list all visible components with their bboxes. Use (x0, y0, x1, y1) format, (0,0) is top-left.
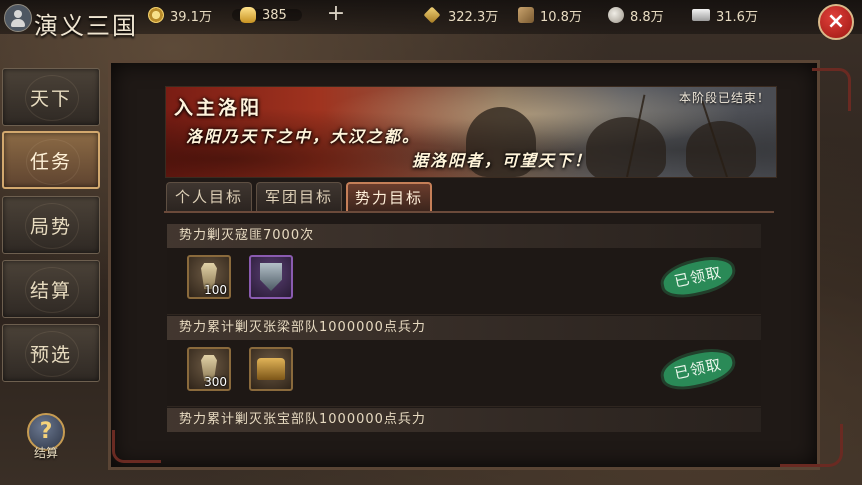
banner-text: 据洛阳者，可望天下！ (412, 151, 593, 170)
claimed-stamp: 已领取 (660, 347, 736, 391)
corner-ornament (780, 424, 843, 467)
settlement-help-button[interactable]: ? 结算 (23, 413, 69, 460)
ingots-value: 385 (262, 7, 287, 23)
treasure-chest-icon (257, 358, 285, 380)
claimed-stamp: 已领取 (660, 255, 736, 299)
iron-value: 31.6万 (716, 9, 758, 25)
tab-legion-goals[interactable]: 军团目标 (256, 182, 342, 212)
reward-item[interactable] (249, 347, 293, 391)
coins-resource: 39.1万 (148, 6, 212, 25)
wood-icon (518, 7, 534, 23)
grain-resource: 322.3万 (423, 6, 499, 25)
add-ingots-button[interactable]: + (326, 2, 346, 26)
shield-icon (260, 263, 282, 291)
grain-value: 322.3万 (448, 9, 499, 25)
sidebar-item-settlement[interactable]: 结算 (2, 260, 100, 318)
reward-amount: 100 (204, 283, 227, 297)
ingot-icon (240, 7, 256, 23)
stone-resource: 8.8万 (608, 6, 664, 25)
tab-personal-goals[interactable]: 个人目标 (166, 182, 252, 212)
reward-item[interactable]: 100 (187, 255, 231, 299)
seal-decoration (25, 203, 79, 249)
corner-ornament (812, 68, 851, 111)
stone-value: 8.8万 (630, 9, 664, 25)
seal-decoration (25, 331, 79, 377)
warrior-illustration (586, 117, 666, 177)
reward-item[interactable]: 300 (187, 347, 231, 391)
grain-icon (423, 6, 441, 24)
sidebar-item-tasks[interactable]: 任务 (2, 131, 100, 189)
avatar[interactable] (4, 4, 32, 32)
tab-divider (164, 211, 774, 213)
page-title: 演义三国 (34, 12, 138, 40)
wood-resource: 10.8万 (518, 6, 582, 25)
ingots-resource: 385 (240, 6, 287, 24)
stone-icon (608, 7, 624, 23)
coins-value: 39.1万 (170, 9, 212, 25)
task-title: 势力累计剿灭张宝部队1000000点兵力 (167, 408, 761, 432)
sidebar-item-preselect[interactable]: 预选 (2, 324, 100, 382)
event-banner: 入主洛阳 洛阳乃天下之中，大汉之都。 据洛阳者，可望天下！ 本阶段已结束！ (165, 86, 777, 178)
help-label: 结算 (33, 446, 58, 460)
coin-icon (148, 7, 164, 23)
seal-decoration (26, 139, 80, 185)
tab-faction-goals[interactable]: 势力目标 (346, 182, 432, 212)
close-button[interactable]: × (818, 4, 854, 40)
iron-icon (692, 9, 710, 21)
warrior-illustration (686, 121, 756, 177)
task-row: 300 已领取 (167, 340, 761, 407)
banner-text: 洛阳乃天下之中，大汉之都。 (186, 127, 421, 146)
task-row: 100 已领取 (167, 248, 761, 315)
reward-item[interactable] (249, 255, 293, 299)
seal-decoration (25, 75, 79, 121)
iron-resource: 31.6万 (692, 6, 758, 25)
task-title: 势力剿灭寇匪7000次 (167, 224, 761, 248)
corner-ornament (112, 430, 161, 463)
reward-amount: 300 (204, 375, 227, 389)
banner-title: 入主洛阳 (174, 97, 263, 119)
sidebar-item-world[interactable]: 天下 (2, 68, 100, 126)
seal-decoration (25, 267, 79, 313)
sidebar-item-situation[interactable]: 局势 (2, 196, 100, 254)
task-title: 势力累计剿灭张梁部队1000000点兵力 (167, 316, 761, 340)
wood-value: 10.8万 (540, 9, 582, 25)
stage-status: 本阶段已结束！ (678, 91, 770, 105)
